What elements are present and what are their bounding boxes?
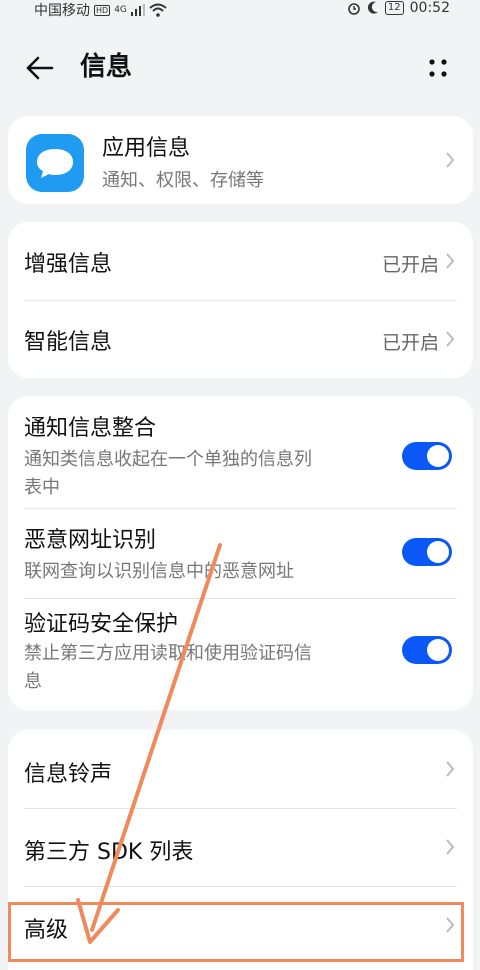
- carrier-label: 中国移动: [34, 3, 90, 19]
- enhanced-info-status: 已开启: [381, 254, 439, 276]
- toggles-card: 通知信息整合 通知类信息收起在一个单独的信息列 表中 恶意网址识别 联网查询以识…: [8, 396, 473, 710]
- clock: 00:52: [409, 0, 450, 16]
- notification-merge-desc-line1: 通知类信息收起在一个单独的信息列: [24, 449, 312, 470]
- chevron-right-icon: [446, 331, 455, 347]
- sdk-list-label: 第三方 SDK 列表: [24, 840, 194, 865]
- chevron-right-icon: [446, 761, 455, 777]
- smart-info-label: 智能信息: [24, 330, 113, 355]
- alarm-icon: [348, 3, 360, 15]
- code-protection-toggle[interactable]: [402, 636, 452, 664]
- code-protection-desc-line2: 息: [24, 671, 42, 692]
- status-left: 中国移动 HD 4G: [34, 0, 167, 20]
- toggle-knob: [427, 639, 449, 661]
- enhanced-info-label: 增强信息: [24, 252, 113, 277]
- moon-icon: [367, 1, 378, 14]
- wifi-icon: [149, 3, 167, 17]
- more-dots-icon: [429, 59, 447, 77]
- notification-merge-row: 通知信息整合 通知类信息收起在一个单独的信息列 表中: [8, 396, 473, 508]
- sdk-list-row[interactable]: 第三方 SDK 列表: [8, 808, 473, 886]
- malicious-url-title: 恶意网址识别: [24, 528, 157, 553]
- smart-info-row[interactable]: 智能信息 已开启: [8, 300, 473, 378]
- app-info-title: 应用信息: [102, 136, 191, 161]
- status-right: 12 00:52: [347, 0, 450, 16]
- more-options-button[interactable]: [418, 50, 458, 86]
- hd-icon: HD: [94, 4, 111, 16]
- enhanced-info-row[interactable]: 增强信息 已开启: [8, 222, 473, 300]
- chevron-right-icon: [446, 152, 455, 168]
- header: 信息: [0, 38, 480, 98]
- smart-info-status: 已开启: [381, 332, 439, 354]
- code-protection-row: 验证码安全保护 禁止第三方应用读取和使用验证码信 息: [8, 598, 473, 710]
- ringtone-row[interactable]: 信息铃声: [8, 730, 473, 808]
- code-protection-title: 验证码安全保护: [24, 612, 179, 637]
- enhanced-card: 增强信息 已开启 智能信息 已开启: [8, 222, 473, 378]
- app-info-card[interactable]: 应用信息 通知、权限、存储等: [8, 116, 473, 204]
- notification-merge-desc-line2: 表中: [24, 477, 60, 498]
- annotation-highlight-box: [8, 902, 464, 962]
- ringtone-label: 信息铃声: [24, 762, 113, 787]
- status-bar: 中国移动 HD 4G 12 00:52: [0, 0, 480, 20]
- toggle-knob: [427, 445, 449, 467]
- back-button[interactable]: [22, 50, 58, 86]
- app-info-subtitle: 通知、权限、存储等: [102, 170, 264, 191]
- battery-icon: 12: [384, 1, 404, 15]
- network-label: 4G: [114, 5, 127, 15]
- toggle-knob: [427, 541, 449, 563]
- chevron-right-icon: [446, 253, 455, 269]
- notification-merge-title: 通知信息整合: [24, 416, 157, 441]
- malicious-url-row: 恶意网址识别 联网查询以识别信息中的恶意网址: [8, 508, 473, 598]
- chevron-right-icon: [446, 839, 455, 855]
- messages-app-icon: [26, 134, 84, 192]
- code-protection-desc-line1: 禁止第三方应用读取和使用验证码信: [24, 643, 312, 664]
- notification-merge-toggle[interactable]: [402, 442, 452, 470]
- malicious-url-toggle[interactable]: [402, 538, 452, 566]
- malicious-url-desc: 联网查询以识别信息中的恶意网址: [24, 561, 294, 582]
- page-title: 信息: [80, 52, 133, 82]
- signal-icon: [130, 4, 145, 16]
- arrow-left-icon: [26, 56, 54, 80]
